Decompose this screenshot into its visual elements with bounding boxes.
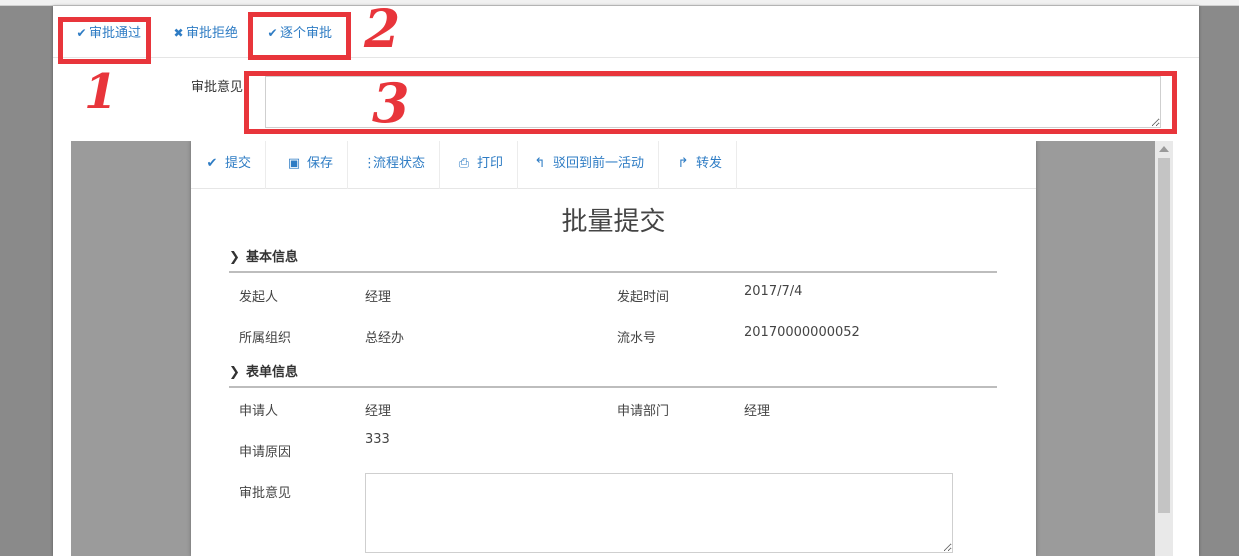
org-label: 所属组织 xyxy=(239,331,292,346)
dept-label: 申请部门 xyxy=(617,404,670,419)
form-opinion-textarea[interactable] xyxy=(365,473,953,553)
info-icon: ⋮ xyxy=(363,156,376,171)
start-time-value: 2017/7/4 xyxy=(744,284,803,299)
reject-button[interactable]: ✖ 审批拒绝 xyxy=(172,22,238,44)
form-info-section-header[interactable]: ❯ 表单信息 xyxy=(229,362,997,388)
scroll-up-icon[interactable] xyxy=(1159,146,1169,152)
applicant-value: 经理 xyxy=(365,404,392,419)
org-value: 总经办 xyxy=(365,331,405,346)
annotation-number-2: 2 xyxy=(364,0,401,60)
forward-button[interactable]: ↱ 转发 xyxy=(662,141,738,189)
annotation-number-1: 1 xyxy=(84,64,118,120)
annotation-box-1 xyxy=(58,17,151,64)
annotation-number-3: 3 xyxy=(372,71,410,135)
reason-value: 333 xyxy=(365,432,390,447)
save-icon: ▣ xyxy=(287,156,301,171)
save-button[interactable]: ▣ 保存 xyxy=(273,141,349,189)
check-icon: ✔ xyxy=(206,156,218,171)
form-title: 批量提交 xyxy=(561,207,666,237)
chevron-right-icon: ❯ xyxy=(229,250,240,265)
annotation-box-2 xyxy=(248,12,351,60)
reason-label: 申请原因 xyxy=(239,445,292,460)
serial-value: 20170000000052 xyxy=(744,325,860,340)
dept-value: 经理 xyxy=(744,404,771,419)
opinion-label: 审批意见 xyxy=(191,80,244,95)
close-icon: ✖ xyxy=(173,26,184,40)
approval-toolbar: ✔ 审批通过 ✖ 审批拒绝 ✔ 逐个审批 xyxy=(53,6,1199,58)
share-icon: ↱ xyxy=(677,156,689,171)
print-icon: ⎙ xyxy=(458,156,470,171)
reply-icon: ↰ xyxy=(534,156,546,171)
form-preview-frame: ✔提交 ▣保存 ⋮流程状态 ⎙打印 ↰驳回到前一活动 ↱转发 批量提交 xyxy=(71,141,1173,556)
flow-status-button[interactable]: ⋮流程状态 xyxy=(349,141,441,189)
form-toolbar: ✔ 提交 ▣ 保存 ⋮流程状态 ⎙ 打印 ↰ 驳回到前一活动 ↱ 转发 xyxy=(191,141,1036,189)
start-time-label: 发起时间 xyxy=(617,290,670,305)
reject-to-previous-button[interactable]: ↰ 驳回到前一活动 xyxy=(519,141,660,189)
submit-button[interactable]: ✔ 提交 xyxy=(191,141,267,189)
serial-label: 流水号 xyxy=(617,331,657,346)
chevron-right-icon: ❯ xyxy=(229,365,240,380)
vertical-scrollbar[interactable] xyxy=(1155,141,1173,556)
scrollbar-thumb[interactable] xyxy=(1158,158,1170,513)
applicant-label: 申请人 xyxy=(239,404,279,419)
initiator-value: 经理 xyxy=(365,290,392,305)
print-button[interactable]: ⎙ 打印 xyxy=(443,141,519,189)
form-opinion-label: 审批意见 xyxy=(239,486,292,501)
initiator-label: 发起人 xyxy=(239,290,279,305)
basic-info-section-header[interactable]: ❯ 基本信息 xyxy=(229,247,997,273)
form-card: ✔提交 ▣保存 ⋮流程状态 ⎙打印 ↰驳回到前一活动 ↱转发 批量提交 xyxy=(191,141,1036,556)
